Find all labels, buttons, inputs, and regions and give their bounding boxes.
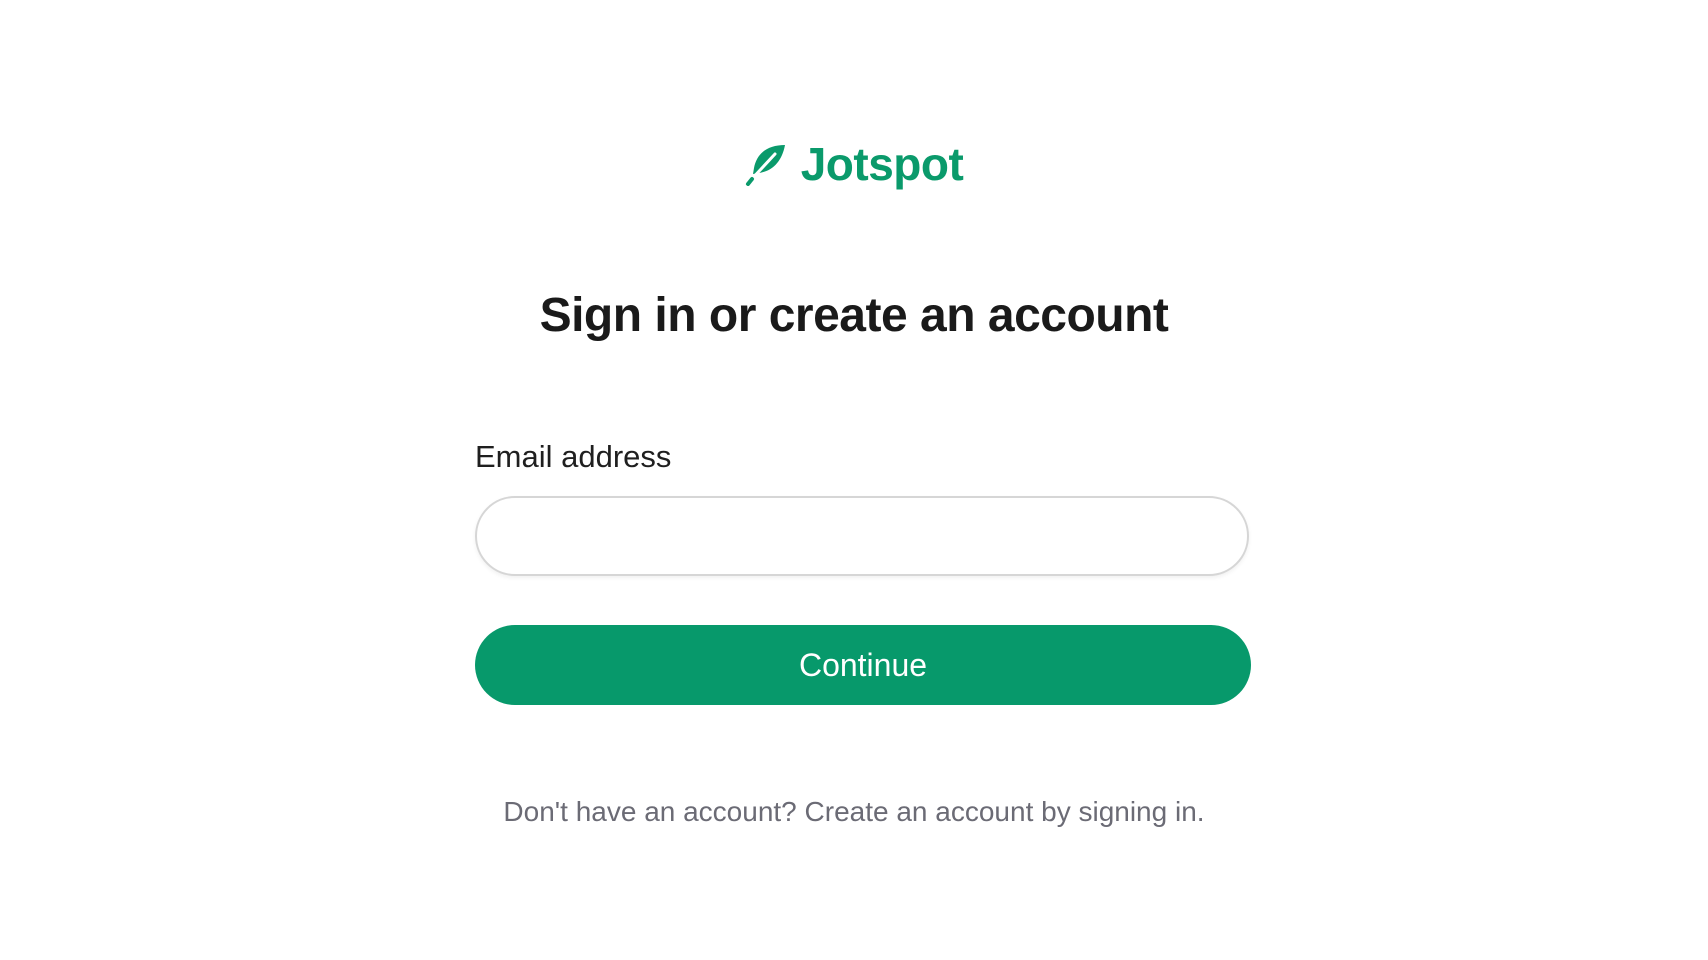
brand-logo: Jotspot xyxy=(0,141,1708,187)
continue-button[interactable]: Continue xyxy=(475,625,1251,706)
email-field[interactable] xyxy=(475,496,1249,577)
sign-in-form: Email address Continue xyxy=(475,439,1251,706)
email-label: Email address xyxy=(475,439,672,474)
page-title: Sign in or create an account xyxy=(539,289,1169,342)
signup-hint: Don't have an account? Create an account… xyxy=(503,796,1205,827)
brand-name: Jotspot xyxy=(800,138,964,190)
sign-in-page: Jotspot Sign in or create an account Ema… xyxy=(0,0,1708,960)
feather-icon xyxy=(745,142,789,186)
